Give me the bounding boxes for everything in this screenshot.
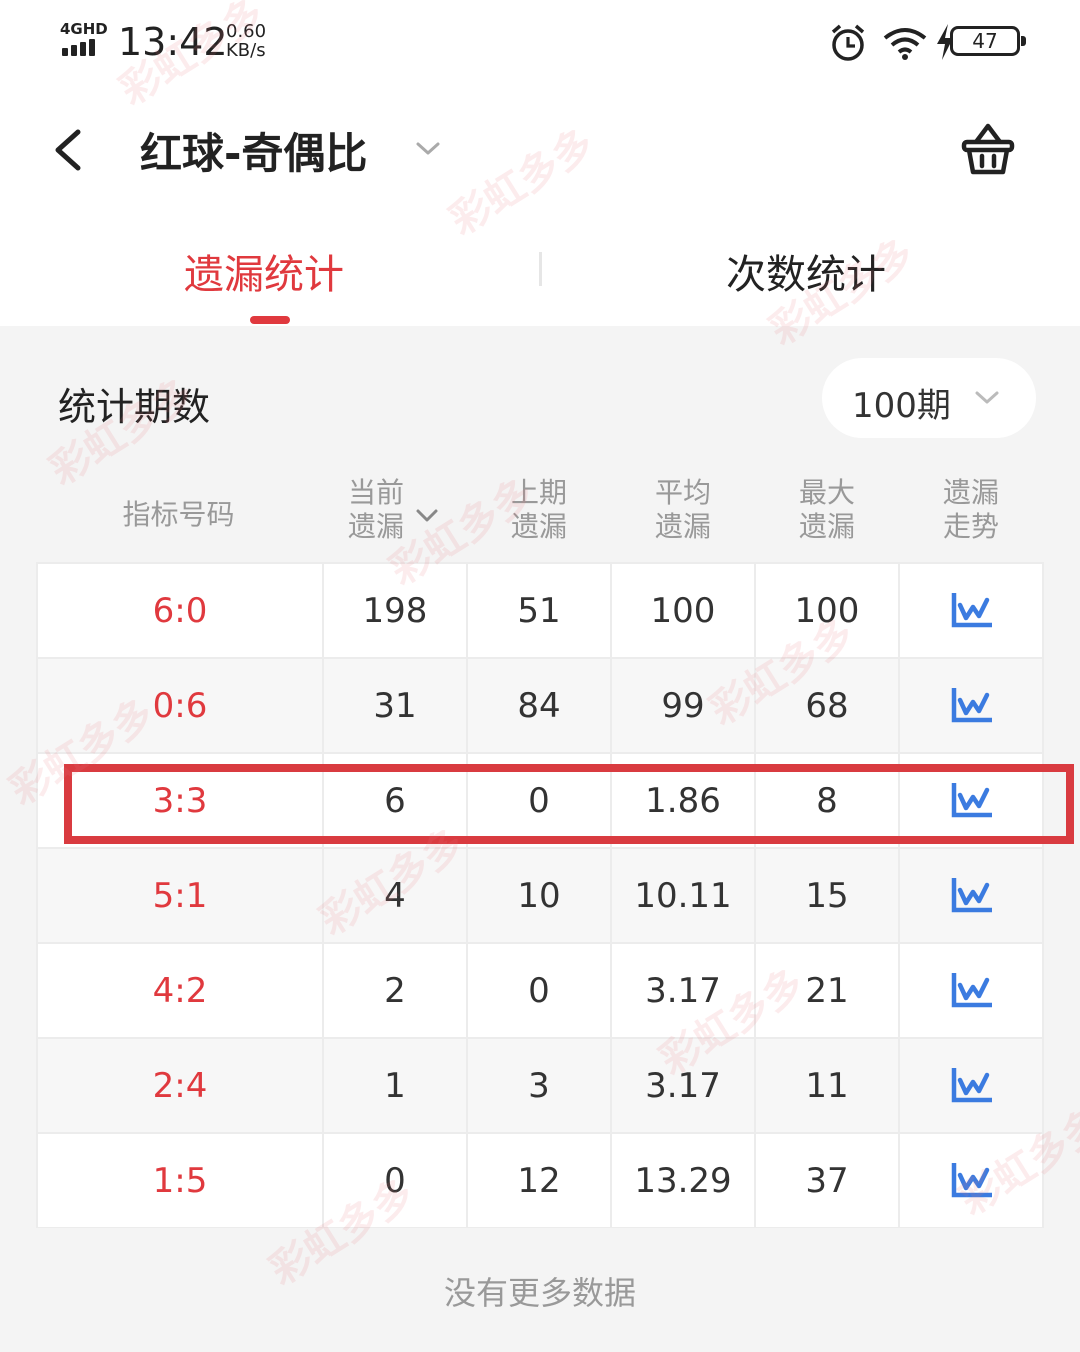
sort-chevron-icon[interactable]: [414, 502, 440, 528]
omission-table: 6:0 198 51 100 100 0:6 31 84 99 68 3:3 6 0 1.86 8 5:1 4 1…: [36, 562, 1044, 1228]
cell-trend[interactable]: [900, 849, 1042, 942]
cell-max-omission: 15: [756, 849, 898, 942]
column-header-max: 最大 遗漏: [787, 476, 867, 544]
basket-icon[interactable]: [958, 120, 1018, 180]
cell-code: 0:6: [38, 659, 322, 752]
column-header-trend-label: 遗漏 走势: [942, 476, 999, 543]
chevron-down-icon: [975, 391, 999, 404]
table-row[interactable]: 4:2 2 0 3.17 21: [38, 944, 1042, 1037]
cell-trend[interactable]: [900, 659, 1042, 752]
cell-code: 4:2: [38, 944, 322, 1037]
table-row[interactable]: 1:5 0 12 13.29 37: [38, 1134, 1042, 1227]
trend-chart-icon[interactable]: [950, 687, 992, 724]
table-row[interactable]: 0:6 31 84 99 68: [38, 659, 1042, 752]
cell-avg-omission: 100: [612, 564, 754, 657]
column-header-last-label: 上期 遗漏: [510, 476, 567, 543]
speed-value: 0.60: [226, 21, 267, 42]
cell-trend[interactable]: [900, 1134, 1042, 1227]
column-header-last: 上期 遗漏: [499, 476, 579, 544]
cell-current-omission: 4: [324, 849, 466, 942]
chevron-down-icon[interactable]: [412, 132, 444, 164]
cell-max-omission: 11: [756, 1039, 898, 1132]
alarm-icon: [831, 24, 865, 61]
cell-current-omission: 198: [324, 564, 466, 657]
cell-last-omission: 10: [468, 849, 610, 942]
cell-current-omission: 31: [324, 659, 466, 752]
cell-avg-omission: 3.17: [612, 944, 754, 1037]
table-row[interactable]: 6:0 198 51 100 100: [38, 564, 1042, 657]
table-row[interactable]: 2:4 1 3 3.17 11: [38, 1039, 1042, 1132]
column-header-avg-label: 平均 遗漏: [654, 476, 711, 543]
app-header: 红球-奇偶比: [0, 100, 1080, 200]
page-title[interactable]: 红球-奇偶比: [140, 120, 367, 181]
cell-max-omission: 100: [756, 564, 898, 657]
tab-omission-stats[interactable]: 遗漏统计: [184, 242, 344, 300]
cell-current-omission: 2: [324, 944, 466, 1037]
cell-trend[interactable]: [900, 564, 1042, 657]
cell-current-omission: 1: [324, 1039, 466, 1132]
tab-count-stats[interactable]: 次数统计: [726, 242, 886, 300]
cell-last-omission: 51: [468, 564, 610, 657]
trend-chart-icon[interactable]: [950, 877, 992, 914]
status-time: 13:42: [118, 20, 228, 64]
network-type: 4GHD: [60, 20, 108, 38]
cell-trend[interactable]: [900, 944, 1042, 1037]
table-row[interactable]: 5:1 4 10 10.11 15: [38, 849, 1042, 942]
status-icons: 47: [800, 22, 1026, 62]
cell-code: 6:0: [38, 564, 322, 657]
cell-code: 2:4: [38, 1039, 322, 1132]
cell-avg-omission: 99: [612, 659, 754, 752]
period-label: 统计期数: [58, 385, 211, 429]
cell-avg-omission: 13.29: [612, 1134, 754, 1227]
column-header-current[interactable]: 当前 遗漏: [336, 476, 416, 544]
signal-icon: 4GHD: [60, 20, 110, 60]
table-header: 指标号码 当前 遗漏 上期 遗漏 平均 遗漏 最大 遗漏 遗漏 走势: [36, 476, 1044, 562]
highlight-box: [64, 764, 1074, 844]
network-speed: 0.60 KB/s: [226, 22, 266, 60]
cell-last-omission: 0: [468, 944, 610, 1037]
column-header-current-label: 当前 遗漏: [347, 476, 404, 543]
cell-last-omission: 3: [468, 1039, 610, 1132]
cell-max-omission: 21: [756, 944, 898, 1037]
wifi-icon: [883, 28, 927, 60]
cell-trend[interactable]: [900, 1039, 1042, 1132]
trend-chart-icon[interactable]: [950, 972, 992, 1009]
cell-last-omission: 84: [468, 659, 610, 752]
back-arrow-icon[interactable]: [46, 122, 96, 178]
period-dropdown[interactable]: 100期: [822, 358, 1036, 438]
cell-last-omission: 12: [468, 1134, 610, 1227]
column-header-code: 指标号码: [122, 498, 235, 531]
column-header-trend: 遗漏 走势: [931, 476, 1011, 544]
cell-code: 1:5: [38, 1134, 322, 1227]
active-tab-indicator: [250, 316, 290, 324]
tab-divider: [539, 252, 542, 286]
trend-chart-icon[interactable]: [950, 1067, 992, 1104]
column-header-avg: 平均 遗漏: [643, 476, 723, 544]
trend-chart-icon[interactable]: [950, 592, 992, 629]
tab-bar: 遗漏统计 次数统计: [0, 220, 1080, 326]
cell-max-omission: 68: [756, 659, 898, 752]
cell-current-omission: 0: [324, 1134, 466, 1227]
no-more-data: 没有更多数据: [443, 1274, 636, 1312]
cell-avg-omission: 10.11: [612, 849, 754, 942]
trend-chart-icon[interactable]: [950, 1162, 992, 1199]
column-header-max-label: 最大 遗漏: [798, 476, 855, 543]
battery-indicator: 47: [950, 26, 1026, 56]
cell-max-omission: 37: [756, 1134, 898, 1227]
speed-unit: KB/s: [226, 40, 266, 61]
cell-code: 5:1: [38, 849, 322, 942]
period-value: 100期: [852, 386, 951, 426]
cell-avg-omission: 3.17: [612, 1039, 754, 1132]
status-bar: 4GHD 13:42 0.60 KB/s 47: [0, 0, 1080, 90]
